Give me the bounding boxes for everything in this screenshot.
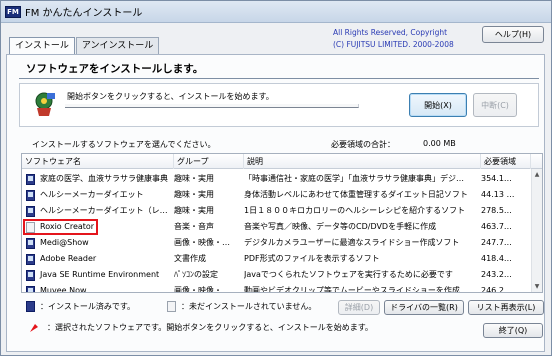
legend-selected: ：選択されたソフトウェアです。開始ボタンをクリックすると、インストールを始めます… [29,322,373,333]
progress-message: 開始ボタンをクリックすると、インストールを始めます。 [67,92,274,101]
software-group: ﾊﾟｿｺﾝの設定 [174,270,218,279]
software-name: ヘルシーメーカーダイエット（レ… [40,206,168,215]
software-size: 354.1… [481,174,512,183]
scroll-up-arrow-icon[interactable]: ▲ [533,171,541,179]
software-size: 246.2… [481,286,512,293]
title-bar[interactable]: FM FM かんたんインストール [1,1,551,23]
software-group: 趣味・実用 [174,206,214,215]
software-name: Muvee Now [40,286,87,293]
software-description: 「時事通信社・家庭の医学」「血液サラサラ健康事典」デジ… [244,174,464,183]
install-cd-icon [35,92,55,116]
installed-legend-icon [26,301,35,312]
legend-selected-text: ：選択されたソフトウェアです。開始ボタンをクリックすると、インストールを始めます… [47,323,373,332]
tab-uninstall[interactable]: アンインストール [75,37,160,54]
start-button[interactable]: 開始(X) [409,93,467,117]
software-name: 家庭の医学、血液サラサラ健康事典 [40,174,168,183]
software-description: 1日１８００キロカロリーのヘルシーレシピを紹介するソフト [244,206,466,215]
detail-button[interactable]: 詳細(D) [338,300,380,315]
list-item[interactable]: Medi@Show 画像・映像・… デジタルカメラユーザーに最適なスライドショー… [22,235,542,251]
software-group: 趣味・実用 [174,190,214,199]
software-description: 動画やビデオクリップ等でムービーやスライドショーを作成 [244,286,460,293]
software-group: 音楽・音声 [174,222,214,231]
software-group: 趣味・実用 [174,174,214,183]
column-header-name[interactable]: ソフトウェア名 [22,154,174,169]
column-header-description[interactable]: 説明 [244,154,481,169]
list-redisplay-button[interactable]: リスト再表示(L) [468,300,544,315]
software-description: Javaでつくられたソフトウェアを実行するために必要です [244,270,453,279]
legend-not-installed-text: ：未だインストールされていません。 [181,302,317,311]
installer-window: FM FM かんたんインストール All Rights Reserved, Co… [0,0,552,356]
list-scrollbar[interactable]: ▲ ▼ [531,169,542,292]
driver-list-button[interactable]: ドライバの一覧(R) [384,300,464,315]
software-name: Medi@Show [40,238,89,247]
installed-status-icon [26,285,35,292]
required-space-label: 必要領域の合計： [331,140,395,149]
scroll-down-arrow-icon[interactable]: ▼ [533,283,541,291]
software-description: 音楽や写真／映像、データ等のCD/DVDを手軽に作成 [244,222,437,231]
installed-status-icon [26,237,35,249]
check-mark-icon [30,323,38,332]
software-group: 画像・映像・… [174,238,230,247]
software-description: デジタルカメラユーザーに最適なスライドショー作成ソフト [244,238,460,247]
list-header: ソフトウェア名 グループ 説明 必要領域 [22,154,542,169]
software-name: ヘルシーメーカーダイエット [40,190,144,199]
software-name: Java SE Runtime Environment [40,270,160,279]
installed-status-icon [26,189,35,201]
help-button[interactable]: ヘルプ(H) [482,26,544,43]
legend-installed: ：インストール済みです。 [26,301,135,312]
software-size: 463.7… [481,222,512,231]
software-list[interactable]: ソフトウェア名 グループ 説明 必要領域 家庭の医学、血液サラサラ健康事典 趣味… [21,153,543,293]
not-installed-legend-icon [167,301,176,312]
installed-status-icon [26,173,35,185]
installed-status-icon [26,253,35,265]
list-item[interactable]: Roxio Creator 音楽・音声 音楽や写真／映像、データ等のCD/DVD… [22,219,542,235]
software-name: Roxio Creator [40,222,95,231]
installed-status-icon [26,269,35,281]
list-item[interactable]: ヘルシーメーカーダイエット 趣味・実用 身体活動レベルにあわせて体重管理するダイ… [22,187,542,203]
window-title: FM かんたんインストール [25,8,143,19]
software-size: 44.13 … [481,190,515,199]
column-header-size[interactable]: 必要領域 [481,154,531,169]
list-item[interactable]: ヘルシーメーカーダイエット（レ… 趣味・実用 1日１８００キロカロリーのヘルシー… [22,203,542,219]
app-icon: FM [5,5,21,18]
software-description: 身体活動レベルにあわせて体重管理するダイエット日記ソフト [244,190,468,199]
software-size: 418.4… [481,254,512,263]
software-description: PDF形式のファイルを表示するソフト [244,254,380,263]
required-space-value: 0.00 MB [423,139,456,148]
software-name: Adobe Reader [40,254,97,263]
legend-installed-text: ：インストール済みです。 [40,302,136,311]
progress-bar [65,104,359,108]
not-installed-status-icon [26,221,35,233]
exit-button[interactable]: 終了(Q) [483,323,543,338]
tab-bar: インストール アンインストール [9,37,160,55]
software-size: 247.7… [481,238,512,247]
column-header-group[interactable]: グループ [174,154,244,169]
software-size: 278.5… [481,206,512,215]
heading-divider [19,78,539,79]
selection-prompt: インストールするソフトウェアを選んでください。 [32,140,216,149]
list-item[interactable]: 家庭の医学、血液サラサラ健康事典 趣味・実用 「時事通信社・家庭の医学」「血液サ… [22,171,542,187]
installed-status-icon [26,205,35,217]
list-item[interactable]: Java SE Runtime Environment ﾊﾟｿｺﾝの設定 Jav… [22,267,542,283]
list-item[interactable]: Muvee Now 画像・映像・… 動画やビデオクリップ等でムービーやスライドシ… [22,283,542,293]
software-group: 文書作成 [174,254,206,263]
list-item[interactable]: Adobe Reader 文書作成 PDF形式のファイルを表示するソフト 418… [22,251,542,267]
page-heading: ソフトウェアをインストールします。 [26,63,204,75]
copyright-line-2: (C) FUJITSU LIMITED. 2000-2008 [333,40,454,49]
software-group: 画像・映像・… [174,286,230,293]
copyright-line-1: All Rights Reserved, Copyright [333,28,448,37]
legend-not-installed: ：未だインストールされていません。 [167,301,316,312]
software-size: 243.2… [481,270,512,279]
stop-button[interactable]: 中断(C) [473,93,517,117]
copyright-notice: All Rights Reserved, Copyright (C) FUJIT… [333,27,483,51]
tab-install[interactable]: インストール [9,37,75,55]
